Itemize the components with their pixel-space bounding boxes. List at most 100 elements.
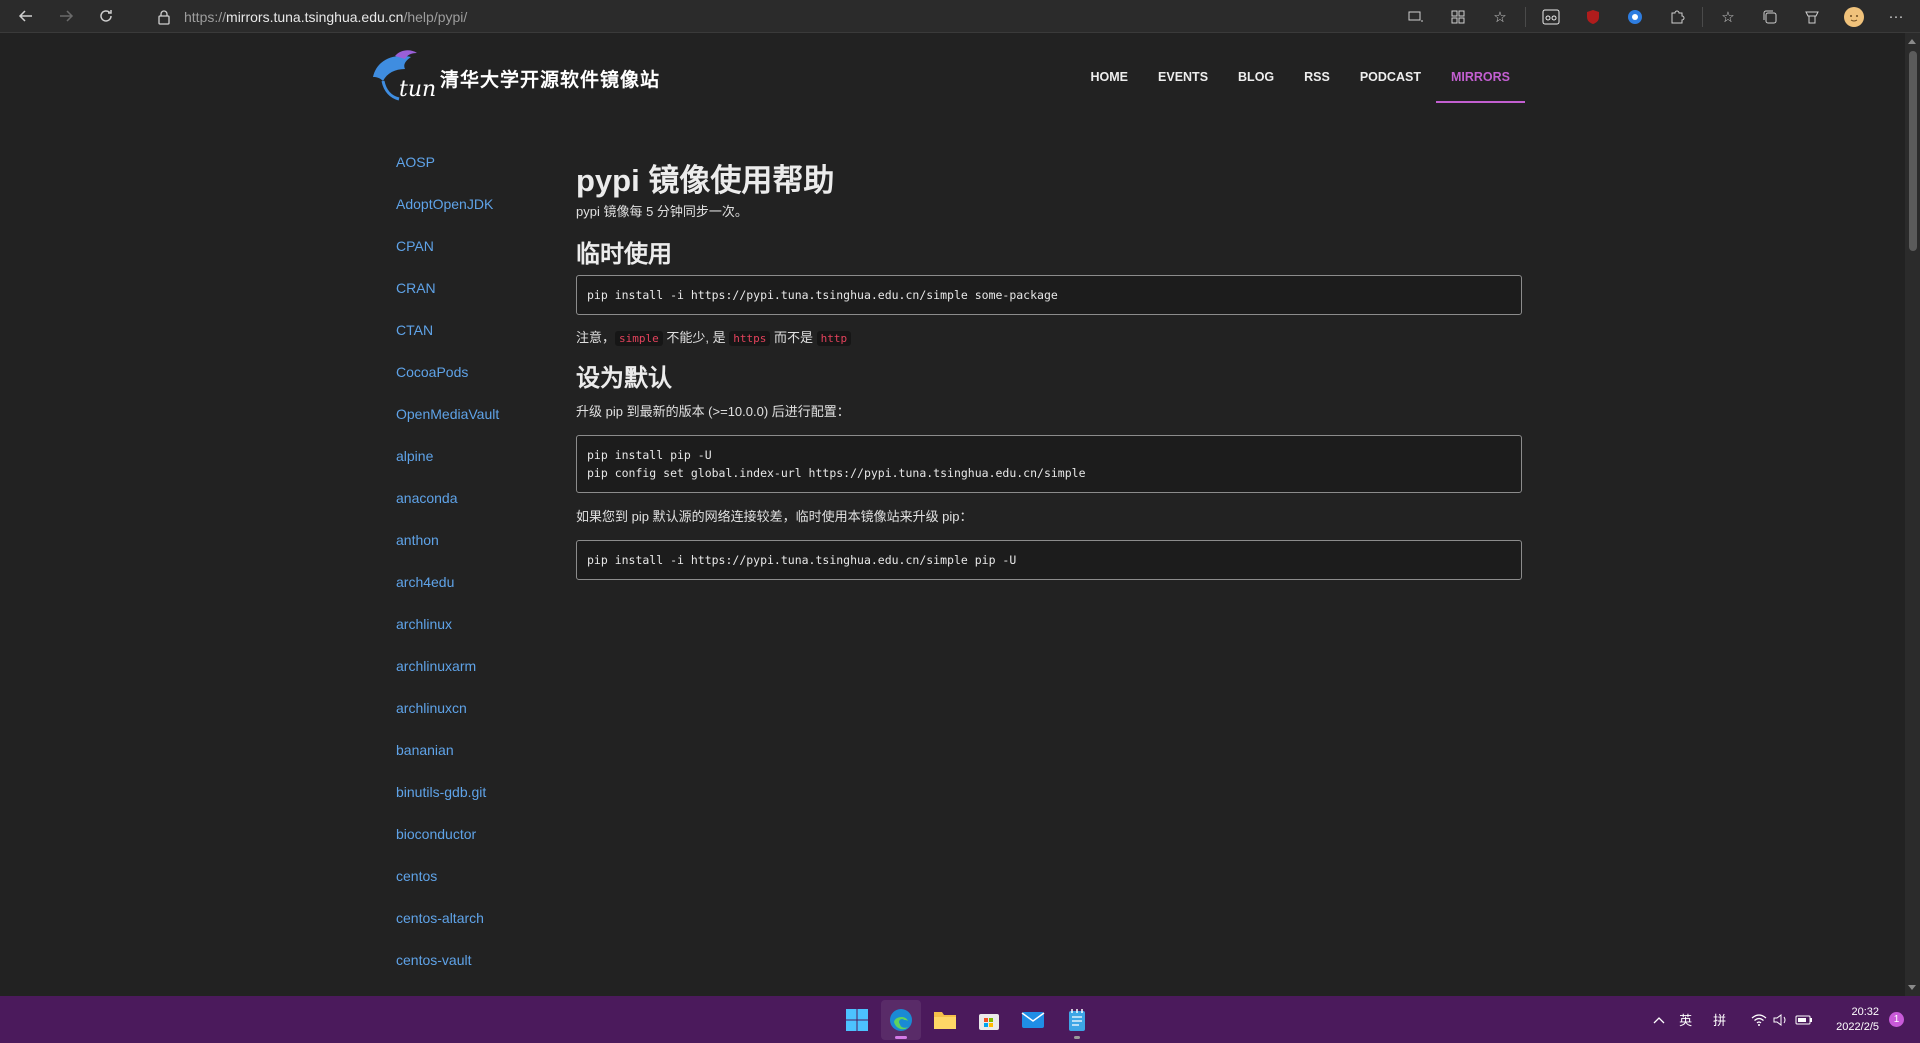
sidebar-item[interactable]: centos-vault (396, 949, 566, 991)
wifi-icon (1751, 1013, 1767, 1026)
notification-badge[interactable]: 1 (1889, 1012, 1904, 1027)
taskbar-apps (835, 996, 1099, 1043)
taskbar-store[interactable] (969, 1000, 1009, 1040)
set-default-heading: 设为默认 (576, 365, 672, 392)
sidebar-item[interactable]: archlinux (396, 613, 566, 655)
sidebar-item[interactable]: bananian (396, 739, 566, 781)
sidebar-item[interactable]: OpenMediaVault (396, 403, 566, 445)
ublock-icon[interactable] (1579, 3, 1607, 31)
site-title[interactable]: 清华大学开源软件镜像站 (440, 65, 660, 92)
favorites-icon[interactable]: ☆ (1714, 3, 1742, 31)
help-content: pypi 镜像使用帮助 pypi 镜像每 5 分钟同步一次。 临时使用 pip … (576, 155, 1522, 580)
note-text: 注意， simple 不能少, 是 https 而不是 http (576, 327, 1522, 346)
back-button[interactable] (12, 2, 40, 30)
sidebar-item[interactable]: CPAN (396, 235, 566, 277)
sidebar-item[interactable]: bioconductor (396, 823, 566, 865)
arrow-right-icon (60, 10, 74, 22)
default-description: 升级 pip 到最新的版本 (>=10.0.0) 后进行配置： (576, 404, 850, 419)
extension-glasses-icon[interactable] (1537, 3, 1565, 31)
sidebar-item[interactable]: alpine (396, 445, 566, 487)
upgrade-pip-code[interactable]: pip install -i https://pypi.tuna.tsinghu… (576, 540, 1522, 580)
default-config-code[interactable]: pip install pip -U pip config set global.… (576, 435, 1522, 493)
start-button[interactable] (837, 1000, 877, 1040)
upgrade-pip-code-text: pip install -i https://pypi.tuna.tsinghu… (587, 553, 1017, 567)
profile-avatar[interactable] (1840, 3, 1868, 31)
sidebar-item[interactable]: CocoaPods (396, 361, 566, 403)
sidebar-item[interactable]: centos-altarch (396, 907, 566, 949)
site-header: tuna 清华大学开源软件镜像站 HOME EVENTS BLOG RSS PO… (365, 47, 1525, 107)
nav-events[interactable]: EVENTS (1143, 47, 1223, 107)
taskbar-mail[interactable] (1013, 1000, 1053, 1040)
network-volume-battery-group[interactable] (1751, 1013, 1813, 1026)
address-bar[interactable]: https://mirrors.tuna.tsinghua.edu.cn/hel… (148, 3, 1498, 30)
code-line: pip config set global.index-url https://… (587, 466, 1086, 480)
url-text: https://mirrors.tuna.tsinghua.edu.cn/hel… (184, 9, 467, 25)
sidebar-item[interactable]: centos (396, 865, 566, 907)
inline-code-simple: simple (615, 331, 663, 346)
more-options-icon[interactable]: ··· (1882, 3, 1910, 31)
sidebar-item[interactable]: archlinuxcn (396, 697, 566, 739)
sidebar-item[interactable]: arch4edu (396, 571, 566, 613)
nav-blog[interactable]: BLOG (1223, 47, 1289, 107)
mail-icon (1021, 1011, 1045, 1028)
inline-code-http: http (816, 331, 852, 346)
intro-text: pypi 镜像每 5 分钟同步一次。 (576, 204, 748, 219)
nav-podcast[interactable]: PODCAST (1345, 47, 1436, 107)
top-nav: HOME EVENTS BLOG RSS PODCAST MIRRORS (1076, 47, 1525, 107)
sidebar-item[interactable]: CRAN (396, 277, 566, 319)
nav-home[interactable]: HOME (1076, 47, 1144, 107)
taskbar-file-explorer[interactable] (925, 1000, 965, 1040)
sidebar-item[interactable]: anthon (396, 529, 566, 571)
scroll-down-icon[interactable] (1908, 985, 1916, 990)
sidebar-item[interactable]: binutils-gdb.git (396, 781, 566, 823)
sidebar-item[interactable]: archlinuxarm (396, 655, 566, 697)
collections-icon[interactable] (1756, 3, 1784, 31)
forward-button[interactable] (52, 2, 80, 30)
nav-rss[interactable]: RSS (1289, 47, 1345, 107)
refresh-button[interactable] (92, 2, 120, 30)
svg-text:tuna: tuna (399, 77, 435, 102)
tuna-logo[interactable]: tuna (365, 47, 435, 102)
extensions-puzzle-icon[interactable] (1663, 3, 1691, 31)
folder-icon (934, 1011, 956, 1029)
clock-date: 2022/2/5 (1836, 1020, 1879, 1033)
edge-icon (890, 1008, 912, 1031)
page-title: pypi 镜像使用帮助 (576, 163, 835, 198)
show-hidden-icons[interactable] (1653, 1016, 1665, 1024)
url-path: /help/pypi/ (403, 8, 468, 25)
inline-code-https: https (729, 331, 771, 346)
ime-language[interactable]: 英 (1679, 1010, 1692, 1029)
arrow-left-icon (18, 10, 32, 22)
read-aloud-icon[interactable] (1402, 3, 1430, 31)
nav-mirrors[interactable]: MIRRORS (1435, 47, 1525, 103)
sidebar-item[interactable]: AOSP (396, 151, 566, 193)
extension-circle-icon[interactable] (1621, 3, 1649, 31)
scroll-up-icon[interactable] (1908, 39, 1916, 44)
lock-icon (158, 9, 170, 25)
temp-usage-heading: 临时使用 (576, 241, 672, 268)
running-indicator (1074, 1035, 1080, 1039)
volume-icon (1773, 1013, 1786, 1026)
temp-usage-code-text: pip install -i https://pypi.tuna.tsinghu… (587, 288, 1058, 302)
note-mid1: 不能少, 是 (662, 330, 730, 345)
sidebar-item[interactable]: CTAN (396, 319, 566, 361)
temp-usage-code[interactable]: pip install -i https://pypi.tuna.tsinghu… (576, 275, 1522, 315)
apps-grid-icon[interactable] (1444, 3, 1472, 31)
notepad-icon (1069, 1008, 1085, 1031)
clock[interactable]: 20:32 2022/2/5 (1836, 1005, 1879, 1035)
clock-time: 20:32 (1851, 1005, 1879, 1018)
sidebar-item[interactable]: anaconda (396, 487, 566, 529)
add-favorite-icon[interactable]: ☆ (1486, 3, 1514, 31)
taskbar-edge[interactable] (881, 999, 921, 1040)
toolbar-divider (1525, 6, 1526, 27)
browser-toolbar: https://mirrors.tuna.tsinghua.edu.cn/hel… (0, 0, 1920, 33)
page-scrollbar[interactable] (1905, 33, 1920, 996)
browser-extension-area: ☆ ☆ ··· (1395, 0, 1920, 33)
ime-mode[interactable]: 拼 (1713, 1010, 1726, 1029)
windows-taskbar: 英 拼 20:32 2022/2/5 1 (0, 996, 1920, 1043)
browser-essentials-icon[interactable] (1798, 3, 1826, 31)
scrollbar-thumb[interactable] (1909, 51, 1917, 251)
taskbar-notepad[interactable] (1057, 1000, 1097, 1040)
active-indicator (895, 1035, 907, 1039)
sidebar-item[interactable]: AdoptOpenJDK (396, 193, 566, 235)
